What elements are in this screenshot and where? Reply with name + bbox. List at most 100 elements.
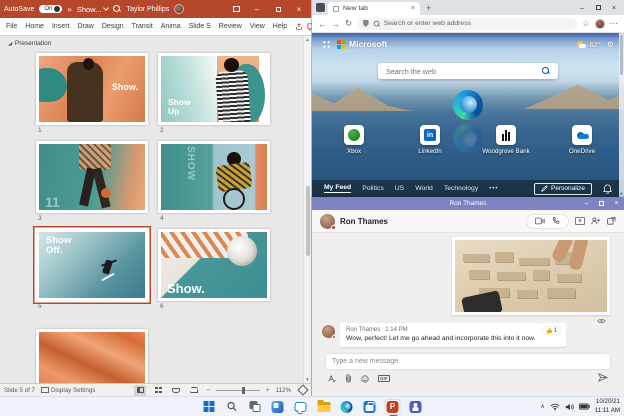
- attach-file-icon[interactable]: [345, 374, 352, 383]
- maximize-button[interactable]: [594, 197, 609, 210]
- forward-button[interactable]: →: [332, 19, 341, 29]
- task-view-button[interactable]: [247, 399, 263, 415]
- settings-more-icon[interactable]: ⋯: [610, 18, 619, 29]
- section-collapse-icon[interactable]: ◢: [8, 41, 12, 47]
- search-icon[interactable]: [113, 5, 121, 13]
- widgets-button[interactable]: [270, 399, 286, 415]
- edge-taskbar-button[interactable]: [339, 399, 355, 415]
- reaction-badge[interactable]: 1: [542, 326, 561, 335]
- profile-avatar[interactable]: [595, 19, 605, 29]
- close-button[interactable]: ×: [291, 0, 307, 18]
- audio-call-icon[interactable]: [552, 217, 560, 225]
- document-title[interactable]: Show...: [77, 5, 109, 14]
- web-search-input[interactable]: [386, 67, 542, 76]
- reading-view-button[interactable]: [170, 385, 182, 396]
- close-button[interactable]: ×: [606, 0, 622, 14]
- shortcut-woodgrove-bank[interactable]: Woodgrove Bank: [477, 125, 535, 155]
- feed-tab-politics[interactable]: Politics: [362, 185, 384, 192]
- ribbon-tab-insert[interactable]: Insert: [48, 23, 74, 30]
- ribbon-tab-help[interactable]: Help: [269, 23, 291, 30]
- display-settings-button[interactable]: Display Settings: [41, 387, 95, 394]
- shortcut-onedrive[interactable]: OneDrive: [553, 125, 611, 155]
- new-tab-button[interactable]: +: [426, 3, 431, 13]
- back-button[interactable]: ←: [318, 19, 327, 29]
- ribbon-tab-transitions[interactable]: Transit: [128, 23, 157, 30]
- open-in-window-icon[interactable]: [607, 217, 616, 225]
- screen-share-icon[interactable]: [575, 217, 585, 225]
- ribbon-tab-review[interactable]: Review: [215, 23, 246, 30]
- address-bar[interactable]: [357, 18, 577, 30]
- ribbon-tab-view[interactable]: View: [246, 23, 269, 30]
- zoom-out-button[interactable]: −: [206, 387, 210, 394]
- quick-access-overflow-icon[interactable]: »: [67, 5, 71, 14]
- ribbon-tab-file[interactable]: File: [2, 23, 21, 30]
- zoom-in-button[interactable]: +: [266, 387, 270, 394]
- autosave-toggle[interactable]: On: [39, 5, 62, 13]
- feed-tab-my-feed[interactable]: My Feed: [324, 184, 351, 193]
- apps-waffle-icon[interactable]: [322, 40, 331, 49]
- contact-avatar[interactable]: [320, 214, 335, 229]
- chat-button[interactable]: [293, 399, 309, 415]
- feed-tab-technology[interactable]: Technology: [444, 185, 478, 192]
- slide-sorter-view-button[interactable]: [152, 385, 164, 396]
- favorites-icon[interactable]: ☆: [582, 18, 590, 29]
- weather-widget[interactable]: 62°: [577, 40, 600, 49]
- section-header[interactable]: ◢ Presentation: [8, 40, 51, 47]
- user-avatar[interactable]: [174, 4, 184, 14]
- tab-actions-icon[interactable]: [316, 3, 325, 12]
- scroll-down-icon[interactable]: ▼: [619, 191, 624, 196]
- slide-thumbnail-2[interactable]: ShowUp: [158, 53, 270, 125]
- minimize-button[interactable]: –: [249, 0, 265, 18]
- shortcut-xbox[interactable]: Xbox: [325, 125, 383, 155]
- file-explorer-button[interactable]: [316, 399, 332, 415]
- personalize-button[interactable]: Personalize: [534, 183, 592, 195]
- start-button[interactable]: [201, 399, 217, 415]
- minimize-button[interactable]: –: [579, 197, 594, 210]
- taskbar-clock[interactable]: 10/20/21 11:11 AM: [595, 398, 620, 414]
- site-safety-icon[interactable]: [363, 20, 368, 27]
- scrollbar-thumb[interactable]: [306, 186, 310, 256]
- scroll-up-icon[interactable]: ▲: [305, 37, 309, 42]
- slide-thumbnail-6[interactable]: Show.: [158, 229, 270, 301]
- feed-tab-us[interactable]: US: [395, 185, 404, 192]
- address-input[interactable]: [384, 20, 571, 27]
- active-tab[interactable]: New tab ×: [328, 2, 420, 15]
- received-message[interactable]: Ron Thames 1:14 PM Wow, perfect! Let me …: [340, 323, 566, 347]
- shortcut-linkedin[interactable]: in LinkedIn: [401, 125, 459, 155]
- zoom-level[interactable]: 112%: [276, 387, 291, 394]
- emoji-icon[interactable]: [361, 375, 369, 383]
- normal-view-button[interactable]: [134, 385, 146, 396]
- add-person-icon[interactable]: [591, 217, 601, 225]
- feed-more-icon[interactable]: •••: [489, 186, 498, 192]
- ribbon-tab-slide-show[interactable]: Slide S: [185, 23, 215, 30]
- scroll-down-icon[interactable]: ▼: [305, 377, 309, 382]
- slide-thumbnail-3[interactable]: 11: [36, 141, 148, 213]
- refresh-button[interactable]: ↻: [345, 18, 352, 29]
- ribbon-tab-home[interactable]: Home: [21, 23, 48, 30]
- store-button[interactable]: [362, 399, 378, 415]
- volume-icon[interactable]: [565, 403, 574, 411]
- slide-thumbnail-4[interactable]: SHOW: [158, 141, 270, 213]
- format-icon[interactable]: [328, 375, 336, 383]
- slide-show-button[interactable]: [188, 385, 200, 396]
- gif-icon[interactable]: GIF: [378, 375, 390, 382]
- maximize-button[interactable]: [270, 0, 286, 18]
- tab-close-icon[interactable]: ×: [411, 5, 415, 12]
- ribbon-tab-animations[interactable]: Anima: [157, 23, 185, 30]
- feed-tab-world[interactable]: World: [415, 185, 433, 192]
- maximize-button[interactable]: [590, 0, 606, 14]
- slide-thumbnail-7[interactable]: [36, 329, 148, 383]
- video-call-icon[interactable]: [535, 217, 545, 225]
- ribbon-display-options-button[interactable]: [228, 0, 244, 18]
- ribbon-tab-design[interactable]: Design: [98, 23, 128, 30]
- ribbon-tab-draw[interactable]: Draw: [73, 23, 97, 30]
- page-settings-gear-icon[interactable]: ⚙: [607, 40, 614, 49]
- share-button[interactable]: [295, 23, 303, 31]
- page-scrollbar[interactable]: ▼: [619, 33, 624, 197]
- search-submit-icon[interactable]: [542, 67, 550, 75]
- message-input-bar[interactable]: [326, 354, 610, 369]
- send-message-icon[interactable]: [598, 373, 608, 382]
- zoom-slider-thumb[interactable]: [242, 387, 245, 394]
- teams-taskbar-button[interactable]: [408, 399, 424, 415]
- notifications-bell-icon[interactable]: [603, 184, 612, 194]
